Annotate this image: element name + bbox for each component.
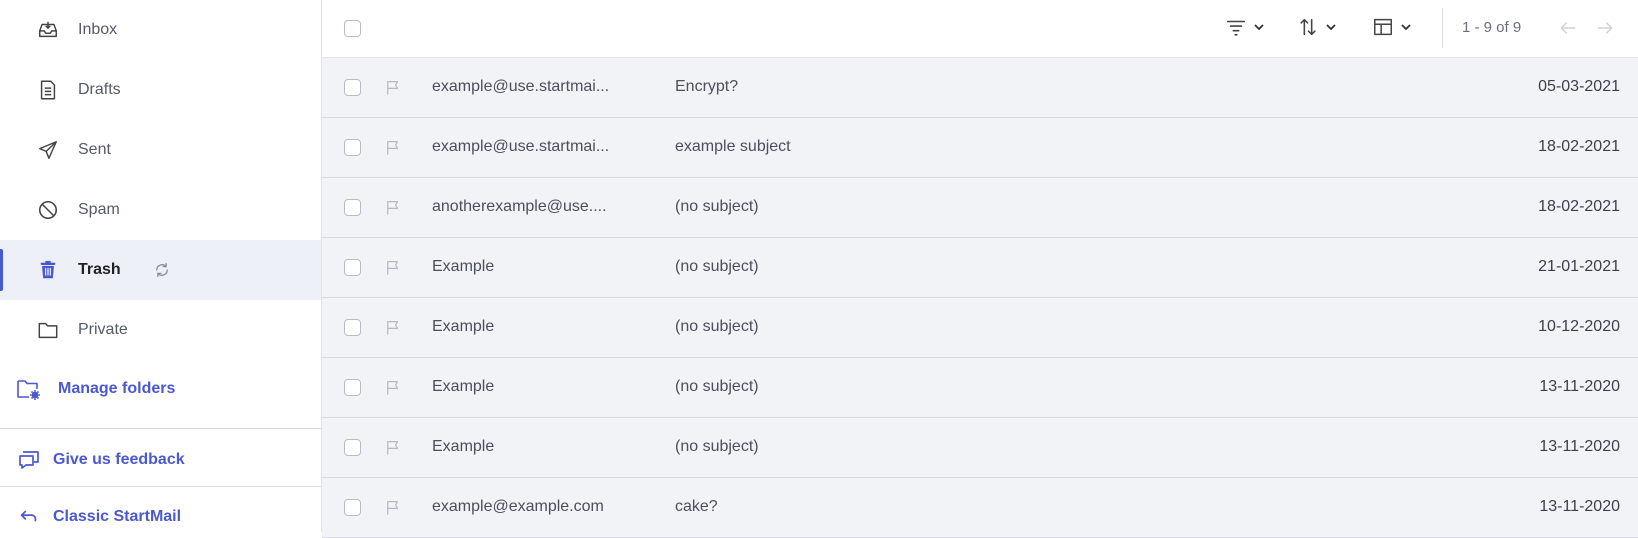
message-sender: Example: [432, 438, 495, 455]
message-date: 13-11-2020: [1539, 378, 1620, 395]
message-sender: Example: [432, 258, 495, 275]
feedback-label: Give us feedback: [53, 451, 185, 468]
feedback-link[interactable]: Give us feedback: [0, 445, 321, 475]
flag-icon[interactable]: [383, 78, 403, 98]
trash-icon: [36, 258, 60, 282]
message-subject: Encrypt?: [675, 78, 739, 95]
message-row[interactable]: Example (no subject) 13-11-2020: [322, 418, 1638, 478]
message-sender: example@example.com: [432, 498, 604, 515]
message-date: 13-11-2020: [1539, 438, 1620, 455]
message-subject: (no subject): [675, 378, 759, 395]
sort-button[interactable]: [1297, 15, 1337, 43]
message-sender: example@use.startmai...: [432, 78, 610, 95]
message-row[interactable]: Example (no subject) 13-11-2020: [322, 358, 1638, 418]
folder-icon: [36, 318, 60, 342]
sidebar-item-label: Inbox: [78, 21, 118, 38]
flag-icon[interactable]: [383, 198, 403, 218]
sort-icon: [1297, 16, 1319, 43]
chevron-down-icon: [1253, 20, 1265, 38]
message-list: example@use.startmai... Encrypt? 05-03-2…: [322, 58, 1638, 538]
message-sender: anotherexample@use....: [432, 198, 607, 215]
message-checkbox[interactable]: [344, 319, 361, 336]
message-subject: (no subject): [675, 258, 759, 275]
sidebar-item-label: Trash: [78, 261, 121, 278]
prev-arrow-icon: [1560, 22, 1576, 34]
message-sender: Example: [432, 318, 495, 335]
inbox-icon: [36, 18, 60, 42]
message-checkbox[interactable]: [344, 199, 361, 216]
message-row[interactable]: anotherexample@use.... (no subject) 18-0…: [322, 178, 1638, 238]
empty-trash-refresh-icon[interactable]: [152, 260, 172, 280]
flag-icon[interactable]: [383, 498, 403, 518]
message-sender: example@use.startmai...: [432, 138, 610, 155]
manage-folders-label: Manage folders: [58, 380, 176, 397]
flag-icon[interactable]: [383, 378, 403, 398]
drafts-icon: [36, 78, 60, 102]
filter-icon: [1225, 16, 1247, 43]
message-date: 13-11-2020: [1539, 498, 1620, 515]
next-page-button[interactable]: [1594, 17, 1616, 39]
sidebar-item-label: Sent: [78, 141, 111, 158]
toolbar-divider: [1442, 8, 1443, 48]
chevron-down-icon: [1325, 20, 1337, 38]
message-checkbox[interactable]: [344, 439, 361, 456]
message-list-pane: 1 - 9 of 9 example@use.startmai... Encry…: [322, 0, 1638, 538]
sent-icon: [36, 138, 60, 162]
message-row[interactable]: Example (no subject) 10-12-2020: [322, 298, 1638, 358]
prev-page-button[interactable]: [1557, 17, 1579, 39]
layout-button[interactable]: [1372, 15, 1412, 43]
message-date: 18-02-2021: [1538, 138, 1620, 155]
message-subject: cake?: [675, 498, 718, 515]
message-date: 21-01-2021: [1538, 258, 1620, 275]
feedback-icon: [16, 447, 42, 473]
message-sender: Example: [432, 378, 495, 395]
sidebar-item-trash[interactable]: Trash: [0, 240, 321, 300]
list-toolbar: 1 - 9 of 9: [322, 0, 1638, 58]
message-date: 18-02-2021: [1538, 198, 1620, 215]
message-subject: example subject: [675, 138, 791, 155]
message-date: 10-12-2020: [1538, 318, 1620, 335]
message-row[interactable]: example@example.com cake? 13-11-2020: [322, 478, 1638, 538]
message-checkbox[interactable]: [344, 139, 361, 156]
message-row[interactable]: example@use.startmai... example subject …: [322, 118, 1638, 178]
sidebar-item-label: Drafts: [78, 81, 121, 98]
sidebar: Inbox Drafts Sent Spam Trash Private Man…: [0, 0, 322, 532]
sidebar-item-sent[interactable]: Sent: [0, 120, 321, 180]
message-row[interactable]: Example (no subject) 21-01-2021: [322, 238, 1638, 298]
sidebar-item-label: Spam: [78, 201, 120, 218]
message-checkbox[interactable]: [344, 259, 361, 276]
next-arrow-icon: [1597, 22, 1613, 34]
flag-icon[interactable]: [383, 138, 403, 158]
layout-icon: [1372, 16, 1394, 43]
sidebar-item-inbox[interactable]: Inbox: [0, 0, 321, 60]
manage-folders-link[interactable]: Manage folders: [0, 374, 321, 404]
flag-icon[interactable]: [383, 318, 403, 338]
sidebar-item-private[interactable]: Private: [0, 300, 321, 360]
folder-settings-icon: [16, 376, 42, 402]
message-subject: (no subject): [675, 198, 759, 215]
sidebar-divider: [0, 428, 321, 429]
sidebar-item-label: Private: [78, 321, 128, 338]
message-row[interactable]: example@use.startmai... Encrypt? 05-03-2…: [322, 58, 1638, 118]
message-subject: (no subject): [675, 318, 759, 335]
chevron-down-icon: [1400, 20, 1412, 38]
message-subject: (no subject): [675, 438, 759, 455]
filter-button[interactable]: [1225, 15, 1265, 43]
flag-icon[interactable]: [383, 258, 403, 278]
pagination-count: 1 - 9 of 9: [1462, 19, 1522, 36]
message-checkbox[interactable]: [344, 499, 361, 516]
select-all-checkbox[interactable]: [344, 20, 361, 37]
message-date: 05-03-2021: [1538, 78, 1620, 95]
mail-app: Inbox Drafts Sent Spam Trash Private Man…: [0, 0, 1638, 538]
flag-icon[interactable]: [383, 438, 403, 458]
sidebar-item-drafts[interactable]: Drafts: [0, 60, 321, 120]
message-checkbox[interactable]: [344, 379, 361, 396]
sidebar-item-spam[interactable]: Spam: [0, 180, 321, 240]
classic-startmail-label: Classic StartMail: [53, 508, 182, 525]
sidebar-divider: [0, 486, 321, 487]
message-checkbox[interactable]: [344, 79, 361, 96]
classic-startmail-link[interactable]: Classic StartMail: [0, 502, 321, 532]
back-arrow-icon: [16, 504, 42, 530]
spam-icon: [36, 198, 60, 222]
